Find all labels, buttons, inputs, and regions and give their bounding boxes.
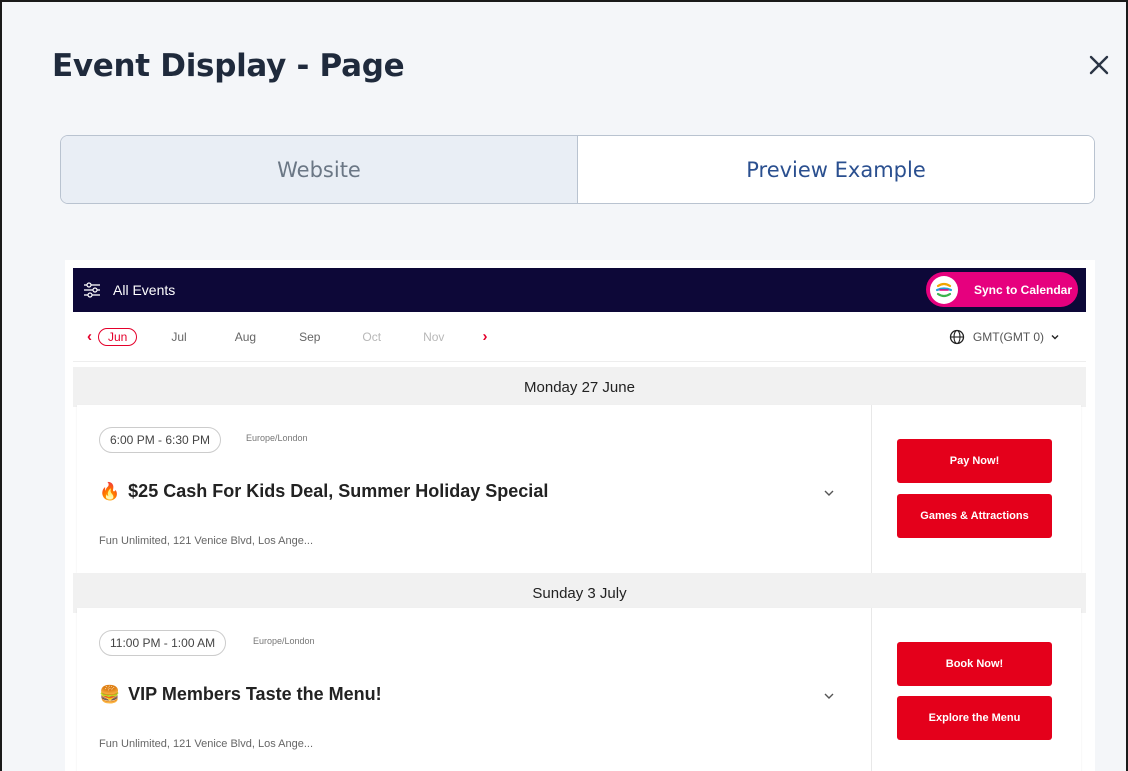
sync-to-calendar-button[interactable]: Sync to Calendar [926,272,1078,307]
event-timezone: Europe/London [246,433,308,443]
event-title: 🔥 $25 Cash For Kids Deal, Summer Holiday… [99,481,548,502]
month-oct[interactable]: Oct [362,330,381,344]
event-card-1[interactable]: 6:00 PM - 6:30 PM Europe/London 🔥 $25 Ca… [77,405,1081,573]
timezone-selector[interactable]: GMT(GMT 0) [949,329,1068,345]
month-jul[interactable]: Jul [171,330,186,344]
event-title: 🍔 VIP Members Taste the Menu! [99,684,382,705]
month-aug[interactable]: Aug [235,330,256,344]
chevron-down-icon [1051,335,1059,340]
timezone-label: GMT(GMT 0) [972,330,1044,344]
sync-logo-icon [930,275,958,304]
sliders-icon[interactable] [83,281,101,299]
modal-title: Event Display - Page [52,48,405,84]
chevron-down-icon[interactable] [821,485,837,501]
event-card-2[interactable]: 11:00 PM - 1:00 AM Europe/London 🍔 VIP M… [77,608,1081,771]
chevron-down-icon[interactable] [821,688,837,704]
event-display-modal: Event Display - Page Website Preview Exa… [0,0,1128,771]
preview-topbar: All Events Sync to Calendar [73,268,1086,312]
preview-panel: All Events Sync to Calendar ‹ Jun Jul Au… [65,260,1095,771]
event-time-pill: 11:00 PM - 1:00 AM [99,630,227,656]
fire-icon: 🔥 [99,481,121,501]
toggle-website[interactable]: Website [61,136,578,203]
sync-label: Sync to Calendar [974,282,1073,297]
toggle-preview-example[interactable]: Preview Example [578,136,1094,203]
globe-icon [949,329,965,345]
event-time-pill: 6:00 PM - 6:30 PM [99,427,222,453]
month-selector: ‹ Jun Jul Aug Sep Oct Nov › GMT(GMT 0) [73,312,1086,362]
explore-menu-button[interactable]: Explore the Menu [897,696,1052,740]
burger-icon: 🍔 [99,684,121,704]
day-header-1: Monday 27 June [73,367,1086,407]
games-attractions-button[interactable]: Games & Attractions [897,494,1052,538]
event-title-text: $25 Cash For Kids Deal, Summer Holiday S… [128,481,549,501]
all-events-link[interactable]: All Events [113,282,175,298]
event-location: Fun Unlimited, 121 Venice Blvd, Los Ange… [99,738,314,750]
view-toggle: Website Preview Example [60,135,1095,204]
event-location: Fun Unlimited, 121 Venice Blvd, Los Ange… [99,535,314,547]
event-title-text: VIP Members Taste the Menu! [128,684,382,704]
close-button[interactable] [1084,50,1114,80]
event-details: 6:00 PM - 6:30 PM Europe/London 🔥 $25 Ca… [77,405,872,573]
month-nov[interactable]: Nov [423,330,444,344]
book-now-button[interactable]: Book Now! [897,642,1052,686]
pay-now-button[interactable]: Pay Now! [897,439,1052,483]
event-timezone: Europe/London [253,636,315,646]
day-header-2: Sunday 3 July [73,573,1086,613]
month-sep[interactable]: Sep [299,330,320,344]
chevron-right-icon[interactable]: › [482,328,487,345]
close-icon [1089,55,1109,75]
month-jun[interactable]: Jun [98,327,138,346]
chevron-left-icon[interactable]: ‹ [87,328,92,345]
event-details: 11:00 PM - 1:00 AM Europe/London 🍔 VIP M… [77,608,872,771]
